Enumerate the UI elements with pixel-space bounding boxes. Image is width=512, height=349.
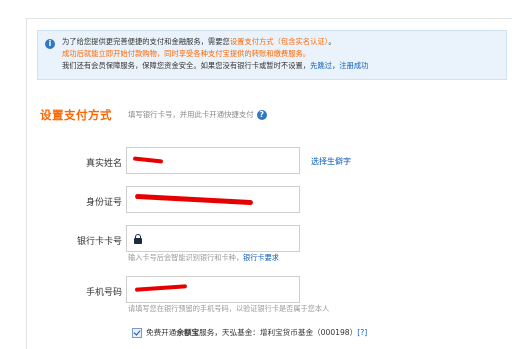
register-success-link[interactable]: 注册成功 bbox=[339, 61, 368, 70]
section-subtitle: 填写银行卡号，并用此卡开通快捷支付? bbox=[128, 109, 267, 120]
card-requirements-link[interactable]: 银行卡要求 bbox=[243, 253, 279, 262]
notice-text: 。 bbox=[328, 37, 336, 46]
id-number-label: 身份证号 bbox=[85, 198, 122, 208]
optin-text: 免费开通 bbox=[146, 328, 177, 337]
info-icon: i bbox=[45, 39, 55, 49]
redaction-mark bbox=[134, 193, 254, 206]
skip-link[interactable]: 先跳过 bbox=[310, 61, 332, 70]
help-icon[interactable]: ? bbox=[256, 110, 267, 120]
phone-input[interactable] bbox=[126, 276, 300, 303]
real-name-input[interactable] bbox=[126, 147, 300, 174]
card-hint-text: 输入卡号后会智能识别银行和卡种， bbox=[128, 253, 244, 262]
redaction-mark bbox=[134, 284, 188, 292]
optin-text: 服务，天弘基金：增利宝货币基金（000198） bbox=[199, 328, 358, 337]
notice-text: 我们还有会员保障服务，保障您资金安全。如果您没有银行卡或暂时不设置， bbox=[62, 61, 311, 70]
optin-product: 余额宝 bbox=[176, 328, 200, 337]
real-name-label: 真实姓名 bbox=[85, 159, 122, 169]
set-payment-link[interactable]: 设置支付方式（包含实名认证） bbox=[230, 37, 329, 46]
card-number-input[interactable] bbox=[126, 225, 300, 252]
section-subtitle-text: 填写银行卡号，并用此卡开通快捷支付 bbox=[128, 110, 254, 119]
id-number-input[interactable] bbox=[126, 186, 300, 213]
notice-text: 为了给您提供更完善便捷的支付和金融服务，需要您 bbox=[62, 37, 230, 46]
notice-line-2: 成功后就能立即开始付款购物，同时享受各种支付宝提供的转账和缴费服务。 bbox=[62, 49, 311, 58]
section-title: 设置支付方式 bbox=[40, 108, 112, 122]
fund-help-link[interactable]: [?] bbox=[357, 328, 367, 337]
info-notice: i 为了给您提供更完善便捷的支付和金融服务，需要您设置支付方式（包含实名认证）。… bbox=[37, 30, 507, 80]
rare-character-link[interactable]: 选择生僻字 bbox=[311, 156, 351, 167]
yuebao-optin-row: 免费开通余额宝服务，天弘基金：增利宝货币基金（000198）[?] bbox=[132, 327, 367, 338]
card-number-label: 银行卡卡号 bbox=[76, 237, 122, 247]
checkmark-icon bbox=[133, 328, 141, 336]
phone-hint: 请填写您在银行预留的手机号码，以验证银行卡是否属于您本人 bbox=[128, 304, 330, 313]
card-number-hint: 输入卡号后会智能识别银行和卡种，银行卡要求 bbox=[128, 253, 279, 263]
redaction-mark bbox=[132, 156, 164, 164]
phone-label: 手机号码 bbox=[85, 288, 122, 298]
notice-line-3: 我们还有会员保障服务，保障您资金安全。如果您没有银行卡或暂时不设置，先跳过，注册… bbox=[62, 60, 500, 72]
notice-line-1: 为了给您提供更完善便捷的支付和金融服务，需要您设置支付方式（包含实名认证）。 bbox=[62, 36, 500, 48]
yuebao-checkbox[interactable] bbox=[132, 328, 142, 338]
lock-icon bbox=[134, 234, 142, 244]
